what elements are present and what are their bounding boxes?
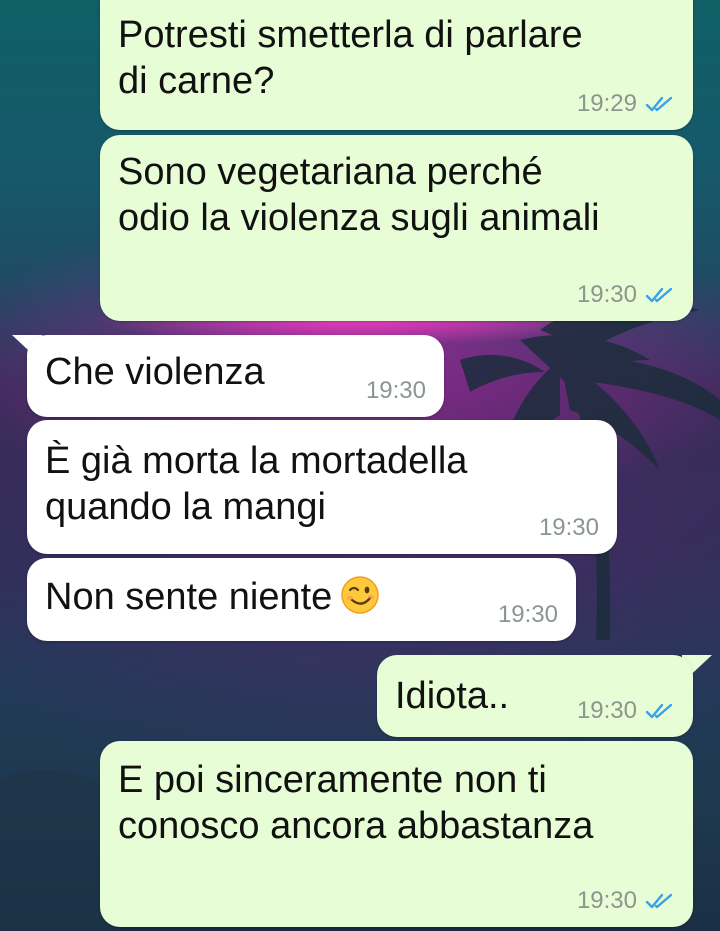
message-bubble-incoming[interactable]: Che violenza 19:30 <box>27 335 444 417</box>
message-text: È già morta la mortadella quando la mang… <box>45 440 468 528</box>
message-bubble-incoming[interactable]: È già morta la mortadella quando la mang… <box>27 420 617 554</box>
message-bubble-outgoing[interactable]: Potresti smetterla di parlare di carne? … <box>100 0 693 130</box>
message-meta: 19:30 <box>577 281 675 309</box>
message-time: 19:30 <box>576 697 637 724</box>
message-meta: 19:29 <box>577 90 675 118</box>
message-text: Non sente niente <box>45 574 558 620</box>
read-double-check-icon <box>645 96 673 112</box>
message-meta: 19:30 <box>577 697 675 725</box>
message-bubble-incoming[interactable]: Non sente niente 19:30 <box>27 558 576 641</box>
message-time: 19:30 <box>576 281 637 308</box>
message-meta: 19:30 <box>366 377 426 405</box>
message-text: E poi sinceramente non ti conosco ancora… <box>118 759 594 847</box>
message-time: 19:29 <box>576 90 637 117</box>
read-double-check-icon <box>645 287 673 303</box>
message-meta: 19:30 <box>498 601 558 629</box>
message-time: 19:30 <box>576 887 637 914</box>
message-time: 19:30 <box>365 377 426 404</box>
message-bubble-outgoing[interactable]: E poi sinceramente non ti conosco ancora… <box>100 741 693 927</box>
read-double-check-icon <box>645 893 673 909</box>
read-double-check-icon <box>645 703 673 719</box>
message-bubble-outgoing[interactable]: Idiota.. 19:30 <box>377 655 693 737</box>
message-time: 19:30 <box>538 514 599 541</box>
message-text: Sono vegetariana perché odio la violenza… <box>118 151 600 239</box>
message-time: 19:30 <box>497 601 558 628</box>
winking-face-emoji-icon <box>341 576 380 614</box>
message-meta: 19:30 <box>539 514 599 542</box>
message-bubble-outgoing[interactable]: Sono vegetariana perché odio la violenza… <box>100 135 693 321</box>
message-meta: 19:30 <box>577 887 675 915</box>
